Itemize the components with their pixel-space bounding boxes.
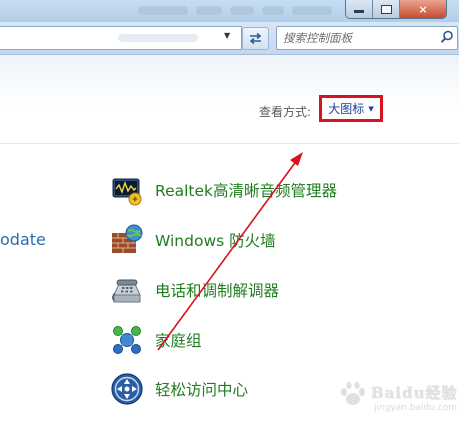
address-bar[interactable] bbox=[0, 26, 242, 50]
content-header bbox=[0, 55, 459, 144]
chevron-down-icon[interactable]: ▼ bbox=[224, 31, 230, 40]
baidu-watermark: Baidu经验 jingyan.baidu.com bbox=[338, 377, 458, 417]
blurred-menu-item bbox=[230, 6, 254, 15]
blurred-menu-item bbox=[196, 6, 222, 15]
baidu-paw-icon bbox=[341, 382, 365, 405]
title-bar: × bbox=[0, 0, 459, 22]
control-panel-item-realtek[interactable]: Realtek高清晰音频管理器 bbox=[110, 173, 337, 207]
view-by-dropdown[interactable]: 大图标 ▼ bbox=[319, 95, 383, 122]
maximize-icon bbox=[380, 4, 392, 14]
control-panel-item-label: 轻松访问中心 bbox=[155, 381, 249, 399]
minimize-icon bbox=[354, 10, 364, 13]
search-input[interactable]: 搜索控制面板 bbox=[276, 26, 458, 50]
close-icon: × bbox=[418, 2, 428, 16]
blurred-menu-item bbox=[262, 6, 284, 15]
control-panel-item-label: 电话和调制解调器 bbox=[155, 282, 280, 300]
refresh-button[interactable] bbox=[242, 27, 269, 50]
search-placeholder: 搜索控制面板 bbox=[283, 31, 352, 45]
blurred-menu-item bbox=[138, 6, 188, 15]
watermark-url: jingyan.baidu.com bbox=[374, 403, 458, 413]
control-panel-item-phone-modem[interactable]: 电话和调制解调器 bbox=[110, 273, 279, 307]
watermark-text: Baidu经验 bbox=[371, 384, 458, 402]
view-by-label: 查看方式: bbox=[259, 105, 312, 119]
window-controls: × bbox=[345, 0, 447, 19]
audio-manager-icon bbox=[112, 178, 142, 206]
blurred-address-text bbox=[118, 34, 198, 42]
control-panel-item-label: Realtek高清晰音频管理器 bbox=[155, 182, 338, 200]
control-panel-item-ease-of-access[interactable]: 轻松访问中心 bbox=[110, 372, 248, 406]
caret-down-icon: ▼ bbox=[368, 104, 374, 113]
close-button[interactable]: × bbox=[400, 0, 446, 18]
phone-modem-icon bbox=[112, 279, 141, 303]
control-panel-item-firewall[interactable]: Windows 防火墙 bbox=[110, 223, 276, 257]
control-panel-item-homegroup[interactable]: 家庭组 bbox=[110, 323, 202, 357]
blurred-menu-item bbox=[292, 6, 332, 15]
control-panel-item-partial[interactable]: odate bbox=[0, 230, 46, 249]
control-panel-item-label: Windows 防火墙 bbox=[155, 232, 276, 250]
ease-of-access-icon bbox=[111, 373, 143, 405]
address-toolbar: ▼ 搜索控制面板 bbox=[0, 22, 459, 55]
search-icon[interactable] bbox=[439, 29, 455, 45]
minimize-button[interactable] bbox=[346, 0, 373, 18]
view-by-value: 大图标 bbox=[328, 102, 365, 116]
refresh-icon bbox=[249, 32, 262, 45]
firewall-icon bbox=[112, 224, 143, 253]
maximize-button[interactable] bbox=[373, 0, 400, 18]
control-panel-item-label: 家庭组 bbox=[155, 332, 202, 350]
homegroup-icon bbox=[113, 326, 141, 354]
